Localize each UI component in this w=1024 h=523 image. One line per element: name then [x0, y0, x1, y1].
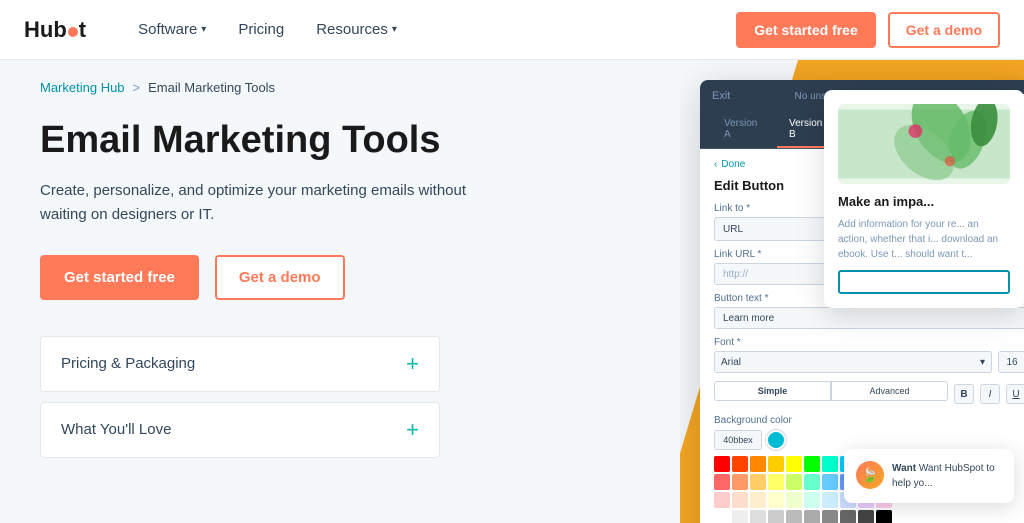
bold-button[interactable]: B [954, 384, 974, 404]
app-exit-button[interactable]: Exit [712, 90, 730, 102]
nav-software[interactable]: Software ▾ [126, 13, 218, 46]
logo-dot [68, 27, 78, 37]
chevron-left-icon: ‹ [714, 159, 717, 170]
chat-avatar: 🍃 [856, 461, 884, 489]
color-cell[interactable] [804, 492, 820, 508]
color-cell[interactable] [804, 474, 820, 490]
breadcrumb-link[interactable]: Marketing Hub [40, 80, 125, 95]
color-cell[interactable] [822, 492, 838, 508]
accordion-item-love[interactable]: What You'll Love + [40, 402, 440, 458]
accordion-item-pricing[interactable]: Pricing & Packaging + [40, 336, 440, 392]
bg-color-label: Background color [714, 415, 1024, 426]
hero-get-demo-button[interactable]: Get a demo [215, 255, 345, 300]
font-row: Arial ▾ 16 [714, 351, 1024, 373]
color-cell[interactable] [804, 456, 820, 472]
right-card-description: Add information for your re... an action… [838, 217, 1010, 262]
link-url-placeholder: http:// [723, 269, 748, 280]
logo-text: Hubt [24, 17, 86, 43]
style-tab-advanced[interactable]: Advanced [831, 381, 948, 401]
color-cell[interactable] [768, 456, 784, 472]
nav-resources-label: Resources [316, 21, 388, 38]
color-cell[interactable] [732, 510, 748, 523]
color-cell[interactable] [768, 510, 784, 523]
button-text-value: Learn more [723, 313, 774, 324]
nav-pricing-label: Pricing [238, 21, 284, 38]
color-cell[interactable] [732, 474, 748, 490]
accordion-pricing-label: Pricing & Packaging [61, 355, 195, 372]
color-cell[interactable] [858, 510, 874, 523]
link-to-value: URL [723, 224, 743, 235]
font-chevron-icon: ▾ [980, 357, 985, 368]
color-cell[interactable] [822, 510, 838, 523]
hero-description: Create, personalize, and optimize your m… [40, 179, 480, 227]
color-cell[interactable] [876, 510, 892, 523]
main-content: Marketing Hub > Email Marketing Tools Em… [0, 60, 1024, 523]
color-cell[interactable] [714, 492, 730, 508]
logo: Hubt [24, 17, 86, 43]
right-card: Make an impa... Add information for your… [824, 90, 1024, 308]
color-cell[interactable] [714, 456, 730, 472]
decorative-leaves-svg [838, 104, 1010, 184]
color-cell[interactable] [786, 474, 802, 490]
underline-button[interactable]: U [1006, 384, 1024, 404]
accordion-love-icon: + [406, 419, 419, 441]
color-cell[interactable] [750, 492, 766, 508]
style-row: Simple Advanced B I U [714, 381, 1024, 407]
nav-links: Software ▾ Pricing Resources ▾ [126, 13, 736, 46]
right-card-title: Make an impa... [838, 194, 1010, 211]
italic-button[interactable]: I [980, 384, 1000, 404]
color-cell[interactable] [732, 456, 748, 472]
hero-get-started-button[interactable]: Get started free [40, 255, 199, 300]
font-value: Arial [721, 357, 741, 368]
accordion-pricing-icon: + [406, 353, 419, 375]
app-tab-version-a[interactable]: Version A [712, 112, 777, 148]
style-tab-switcher: Simple Advanced [714, 381, 948, 401]
page-title: Email Marketing Tools [40, 119, 520, 163]
color-cell[interactable] [768, 474, 784, 490]
chat-widget[interactable]: 🍃 Want Want HubSpot to help yo... [844, 449, 1014, 503]
breadcrumb-current: Email Marketing Tools [148, 80, 275, 95]
get-started-free-button[interactable]: Get started free [736, 12, 875, 48]
nav-actions: Get started free Get a demo [736, 12, 1000, 48]
left-panel: Marketing Hub > Email Marketing Tools Em… [0, 60, 680, 523]
nav-pricing[interactable]: Pricing [226, 13, 296, 46]
font-size-input[interactable]: 16 [998, 351, 1024, 373]
chevron-down-icon-2: ▾ [392, 24, 397, 35]
button-text-input[interactable]: Learn more [714, 307, 1024, 329]
bg-color-row: 40bbex [714, 430, 1024, 450]
nav-software-label: Software [138, 21, 197, 38]
chevron-down-icon: ▾ [201, 24, 206, 35]
color-cell[interactable] [750, 474, 766, 490]
breadcrumb-separator: > [133, 80, 141, 95]
color-cell[interactable] [714, 510, 730, 523]
right-panel: Exit No unsaved changes "CTA TEST" ✏ Ver… [680, 60, 1024, 523]
color-cell[interactable] [750, 510, 766, 523]
color-cell[interactable] [768, 492, 784, 508]
color-hex-input[interactable]: 40bbex [714, 430, 762, 450]
navbar: Hubt Software ▾ Pricing Resources ▾ Get … [0, 0, 1024, 60]
chat-text: Want Want HubSpot to help yo... [892, 461, 1002, 491]
color-cell[interactable] [732, 492, 748, 508]
color-cell[interactable] [804, 510, 820, 523]
color-cell[interactable] [714, 474, 730, 490]
color-cell[interactable] [786, 510, 802, 523]
color-cell[interactable] [822, 474, 838, 490]
font-label: Font * [714, 337, 1024, 348]
color-swatch[interactable] [766, 430, 786, 450]
nav-resources[interactable]: Resources ▾ [304, 13, 409, 46]
color-cell[interactable] [786, 456, 802, 472]
right-card-input[interactable] [838, 270, 1010, 294]
color-cell[interactable] [840, 510, 856, 523]
color-cell[interactable] [750, 456, 766, 472]
hero-buttons: Get started free Get a demo [40, 255, 640, 300]
font-select[interactable]: Arial ▾ [714, 351, 992, 373]
color-cell[interactable] [786, 492, 802, 508]
get-demo-button[interactable]: Get a demo [888, 12, 1000, 48]
breadcrumb: Marketing Hub > Email Marketing Tools [40, 80, 640, 95]
color-cell[interactable] [822, 456, 838, 472]
accordion: Pricing & Packaging + What You'll Love + [40, 336, 440, 458]
style-tab-simple[interactable]: Simple [714, 381, 831, 401]
right-card-illustration [838, 104, 1010, 184]
accordion-love-label: What You'll Love [61, 421, 171, 438]
